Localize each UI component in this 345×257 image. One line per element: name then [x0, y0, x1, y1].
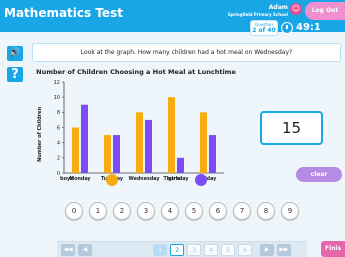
bar-girls-wednesday	[145, 119, 152, 173]
answer-value: 15	[281, 119, 302, 137]
key-8[interactable]: 8	[257, 202, 275, 220]
user-name: Adam	[268, 4, 288, 11]
clear-button[interactable]: clear	[296, 167, 342, 182]
header-bar: Mathematics Test Adam Springfield Primar…	[0, 0, 345, 36]
bar-chart: 024681012 MondayTuesdayWednesdayThursday…	[36, 62, 236, 192]
question-text: Look at the graph. How many children had…	[80, 49, 293, 56]
bar-girls-tuesday	[113, 135, 120, 173]
key-4[interactable]: 4	[161, 202, 179, 220]
bar-boys-monday	[72, 127, 79, 173]
next-page-icon[interactable]: ▶	[260, 244, 274, 256]
y-tick-label-2: 2	[57, 156, 60, 162]
chart-title: Number of Children Choosing a Hot Meal a…	[36, 68, 236, 76]
y-tick-label-6: 6	[57, 125, 60, 131]
y-tick-label-8: 8	[57, 110, 60, 116]
key-9[interactable]: 9	[281, 202, 299, 220]
legend-label-girls: girls	[168, 176, 181, 182]
pagination-bar: ◀◀ ◀ 1 2 3 4 5 6 ▶ ▶▶	[57, 241, 307, 257]
key-3[interactable]: 3	[137, 202, 155, 220]
bars-layer	[72, 97, 216, 173]
bar-girls-thursday	[177, 157, 184, 173]
page-button-3[interactable]: 3	[187, 244, 201, 256]
bar-boys-friday	[200, 112, 207, 173]
school-name: Springfield Primary School	[227, 12, 288, 17]
y-tick-label-10: 10	[54, 95, 60, 101]
y-axis-label: Number of Children	[37, 106, 43, 162]
page-button-2[interactable]: 2	[170, 244, 184, 256]
help-icon[interactable]: ?	[7, 67, 23, 82]
question-counter-value: 2 of 40	[252, 27, 276, 34]
app-title: Mathematics Test	[4, 6, 123, 20]
key-7[interactable]: 7	[233, 202, 251, 220]
bar-girls-friday	[209, 135, 216, 173]
key-0[interactable]: 0	[65, 202, 83, 220]
avatar-icon: ☺	[290, 3, 302, 15]
page-button-5[interactable]: 5	[221, 244, 235, 256]
test-app: Mathematics Test Adam Springfield Primar…	[0, 0, 345, 257]
speaker-icon[interactable]: 🔊	[7, 46, 23, 61]
previous-page-icon[interactable]: ◀	[78, 244, 92, 256]
legend-dot-girls	[195, 174, 207, 186]
bar-boys-tuesday	[104, 135, 111, 173]
logout-button[interactable]: Log Out	[305, 2, 345, 20]
page-button-6[interactable]: 6	[238, 244, 252, 256]
last-page-icon[interactable]: ▶▶	[277, 244, 291, 256]
key-5[interactable]: 5	[185, 202, 203, 220]
ticks-layer: 024681012	[54, 80, 64, 177]
question-counter: Question 2 of 40	[250, 20, 278, 36]
legend-label-boys: boys	[60, 176, 74, 182]
key-2[interactable]: 2	[113, 202, 131, 220]
legend-dot-boys	[106, 174, 118, 186]
bar-chart-svg: 024681012 MondayTuesdayWednesdayThursday…	[54, 80, 224, 182]
timer-icon	[281, 22, 293, 34]
y-tick-label-12: 12	[54, 80, 60, 86]
bar-boys-thursday	[168, 97, 175, 173]
page-button-1[interactable]: 1	[153, 244, 167, 256]
x-tick-label-wednesday: Wednesday	[129, 176, 161, 182]
finish-button[interactable]: Finis	[321, 241, 345, 257]
bar-boys-wednesday	[136, 112, 143, 173]
key-6[interactable]: 6	[209, 202, 227, 220]
bar-girls-monday	[81, 104, 88, 173]
timer-value: 49:1	[296, 22, 321, 33]
y-tick-label-4: 4	[57, 140, 60, 146]
question-bar: Look at the graph. How many children had…	[32, 43, 341, 62]
answer-box[interactable]: 15	[260, 111, 323, 145]
number-keypad: 0 1 2 3 4 5 6 7 8 9	[65, 202, 305, 222]
first-page-icon[interactable]: ◀◀	[61, 244, 75, 256]
page-button-4[interactable]: 4	[204, 244, 218, 256]
key-1[interactable]: 1	[89, 202, 107, 220]
